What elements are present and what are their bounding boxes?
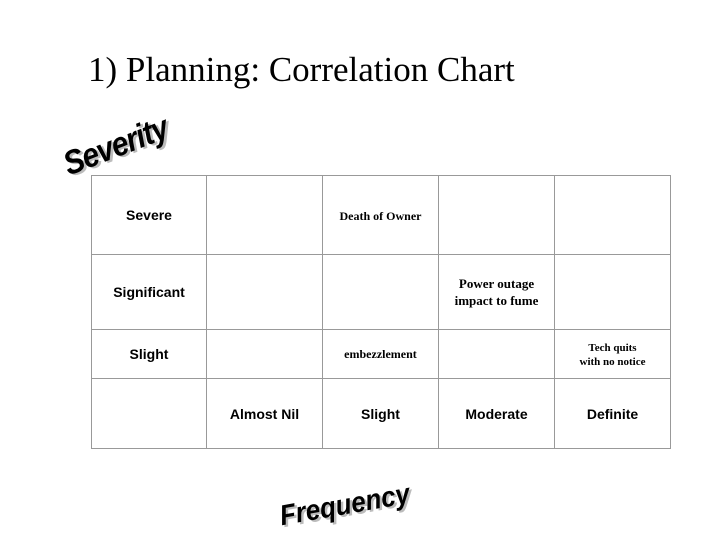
severity-label-severe: Severe: [91, 175, 207, 255]
cell-slight-slight[interactable]: embezzlement: [322, 329, 439, 379]
frequency-axis-wordart: Frequency: [277, 476, 413, 532]
entry-embezzlement: embezzlement: [344, 347, 417, 361]
table-row: Almost Nil Slight Moderate Definite: [91, 378, 671, 449]
cell-slight-moderate[interactable]: [438, 329, 555, 379]
cell-significant-definite[interactable]: [554, 254, 671, 330]
table-row: Severe Death of Owner: [91, 175, 671, 255]
cell-slight-almost-nil[interactable]: [206, 329, 323, 379]
entry-tech-quits: Tech quits with no notice: [555, 341, 670, 369]
severity-label-slight: Slight: [91, 329, 207, 379]
cell-severe-almost-nil[interactable]: [206, 175, 323, 255]
cell-significant-slight[interactable]: [322, 254, 439, 330]
slide-canvas: 1) Planning: Correlation Chart Severity …: [0, 0, 720, 540]
table-row: Significant Power outage impact to fume: [91, 254, 671, 330]
cell-significant-almost-nil[interactable]: [206, 254, 323, 330]
cell-slight-definite[interactable]: Tech quits with no notice: [554, 329, 671, 379]
table-row: Slight embezzlement Tech quits with no n…: [91, 329, 671, 379]
severity-axis-wordart: Severity: [58, 109, 174, 183]
frequency-label-definite: Definite: [554, 378, 671, 449]
cell-severe-definite[interactable]: [554, 175, 671, 255]
entry-tech-quits-line1: Tech quits: [588, 342, 637, 354]
cell-severe-slight[interactable]: Death of Owner: [322, 175, 439, 255]
cell-severe-moderate[interactable]: [438, 175, 555, 255]
corner-cell-empty: [91, 378, 207, 449]
entry-power-outage-line2: impact to fume: [454, 293, 539, 308]
entry-power-outage-line1: Power outage: [458, 276, 535, 291]
correlation-matrix-table: Severe Death of Owner Significant Power …: [91, 175, 671, 449]
entry-death-of-owner: Death of Owner: [339, 209, 422, 223]
cell-significant-moderate[interactable]: Power outage impact to fume: [438, 254, 555, 330]
page-title: 1) Planning: Correlation Chart: [88, 50, 515, 89]
severity-label-significant: Significant: [91, 254, 207, 330]
frequency-label-moderate: Moderate: [438, 378, 555, 449]
frequency-label-almost-nil: Almost Nil: [206, 378, 323, 449]
entry-tech-quits-line2: with no notice: [579, 356, 646, 368]
frequency-label-slight: Slight: [322, 378, 439, 449]
entry-power-outage: Power outage impact to fume: [435, 275, 558, 309]
